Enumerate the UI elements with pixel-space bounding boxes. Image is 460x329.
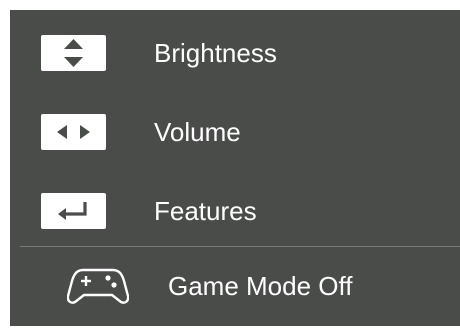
menu-item-brightness[interactable]: Brightness <box>10 24 460 84</box>
enter-return-icon <box>41 193 106 229</box>
menu-item-label: Volume <box>154 117 241 147</box>
left-right-arrows-icon <box>41 114 106 150</box>
game-mode-label: Game Mode Off <box>168 271 353 301</box>
menu-item-volume[interactable]: Volume <box>10 103 460 163</box>
up-down-arrows-icon <box>41 35 106 71</box>
gamepad-icon <box>67 268 129 304</box>
menu-item-features[interactable]: Features <box>10 182 460 242</box>
menu-item-label: Brightness <box>154 38 277 68</box>
menu-divider <box>20 246 460 247</box>
monitor-osd-menu: Brightness Volume Features Game Mode Off <box>10 10 460 326</box>
menu-item-label: Features <box>154 196 257 226</box>
game-mode-item[interactable]: Game Mode Off <box>10 255 460 317</box>
